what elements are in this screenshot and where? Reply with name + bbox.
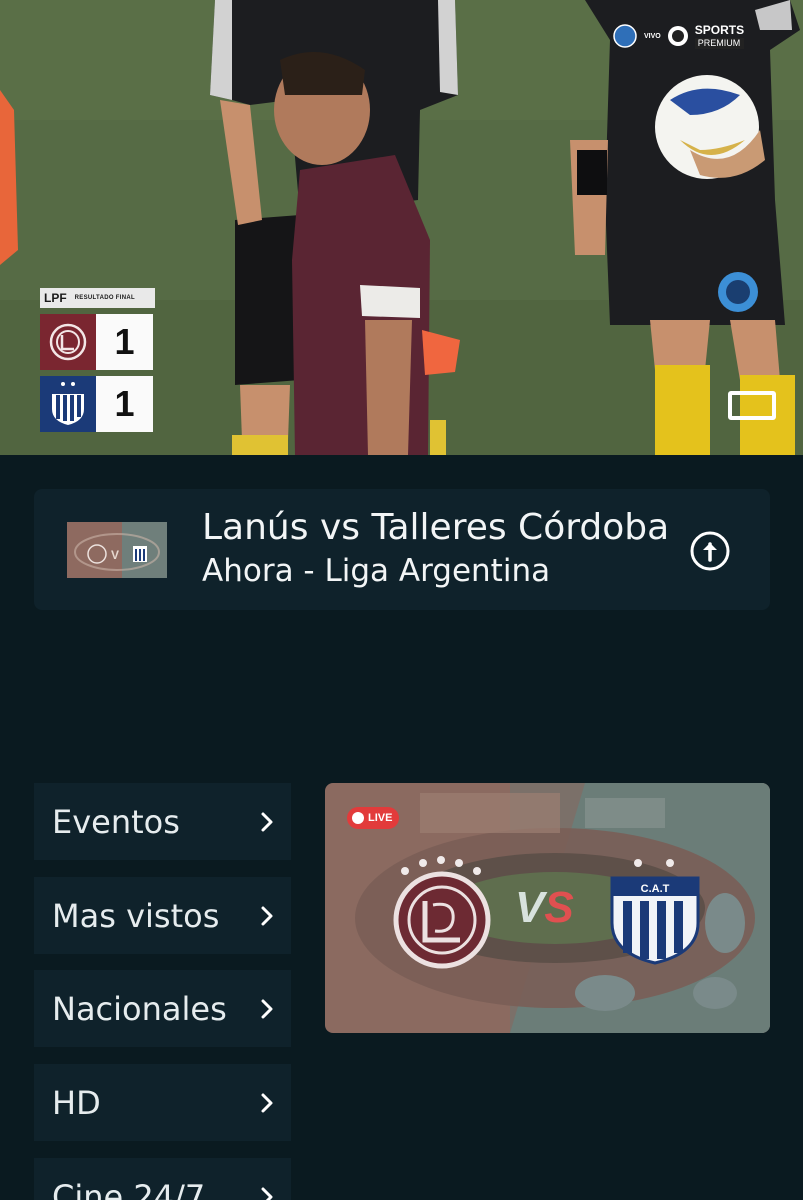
category-hd[interactable]: HD [34, 1064, 291, 1141]
svg-text:V: V [111, 548, 119, 562]
talleres-crest-text: C.A.T [641, 883, 670, 895]
chevron-right-icon [261, 1093, 273, 1112]
now-playing-card[interactable]: V Lanús vs Talleres Córdoba Ahora - Liga… [34, 489, 770, 610]
channel-crest-icon [613, 24, 637, 48]
category-label: Cine 24/7 [52, 1177, 206, 1200]
home-score-row: 1 [40, 314, 155, 370]
category-label: HD [52, 1083, 101, 1122]
versus-v: V [515, 883, 545, 932]
scoreboard-header: LPF RESULTADO FINAL [40, 288, 155, 308]
now-playing-subtitle: Ahora - Liga Argentina [202, 553, 551, 589]
picture-in-picture-icon[interactable] [728, 391, 776, 420]
category-eventos[interactable]: Eventos [34, 783, 291, 860]
talleres-crest-icon [40, 376, 96, 432]
live-badge: LIVE [347, 807, 400, 829]
category-label: Mas vistos [52, 896, 220, 935]
category-cine-24-7[interactable]: Cine 24/7 [34, 1158, 291, 1200]
versus-label: VS [515, 883, 574, 933]
broadcaster-brand: SPORTS [694, 22, 745, 37]
chevron-right-icon [261, 812, 273, 831]
now-playing-thumbnail: V [67, 522, 167, 578]
arrow-up-circle-icon[interactable] [690, 531, 730, 571]
category-label: Nacionales [52, 989, 227, 1028]
category-mas-vistos[interactable]: Mas vistos [34, 877, 291, 954]
now-playing-title: Lanús vs Talleres Córdoba [202, 507, 670, 548]
video-player[interactable]: LPF RESULTADO FINAL 1 1 VIVO SPORTS PREM… [0, 0, 803, 455]
app-screen: LPF RESULTADO FINAL 1 1 VIVO SPORTS PREM… [0, 0, 803, 1200]
live-dot-icon [352, 812, 364, 824]
away-score: 1 [96, 376, 153, 432]
versus-s: S [544, 883, 574, 932]
league-tag: LPF [44, 291, 67, 305]
chevron-right-icon [261, 906, 273, 925]
chevron-right-icon [261, 999, 273, 1018]
category-nacionales[interactable]: Nacionales [34, 970, 291, 1047]
category-label: Eventos [52, 802, 180, 841]
live-event-card[interactable]: C.A.T LIVE VS [325, 783, 770, 1033]
home-score: 1 [96, 314, 153, 370]
lanus-crest-icon [40, 314, 96, 370]
live-label: VIVO [644, 32, 661, 40]
live-badge-label: LIVE [368, 812, 393, 824]
result-label: RESULTADO FINAL [74, 295, 135, 301]
away-score-row: 1 [40, 376, 155, 432]
chevron-right-icon [261, 1187, 273, 1200]
broadcaster-tier: PREMIUM [694, 37, 745, 49]
tnt-logo-icon [667, 26, 688, 46]
broadcaster-logo: VIVO SPORTS PREMIUM [612, 12, 754, 60]
